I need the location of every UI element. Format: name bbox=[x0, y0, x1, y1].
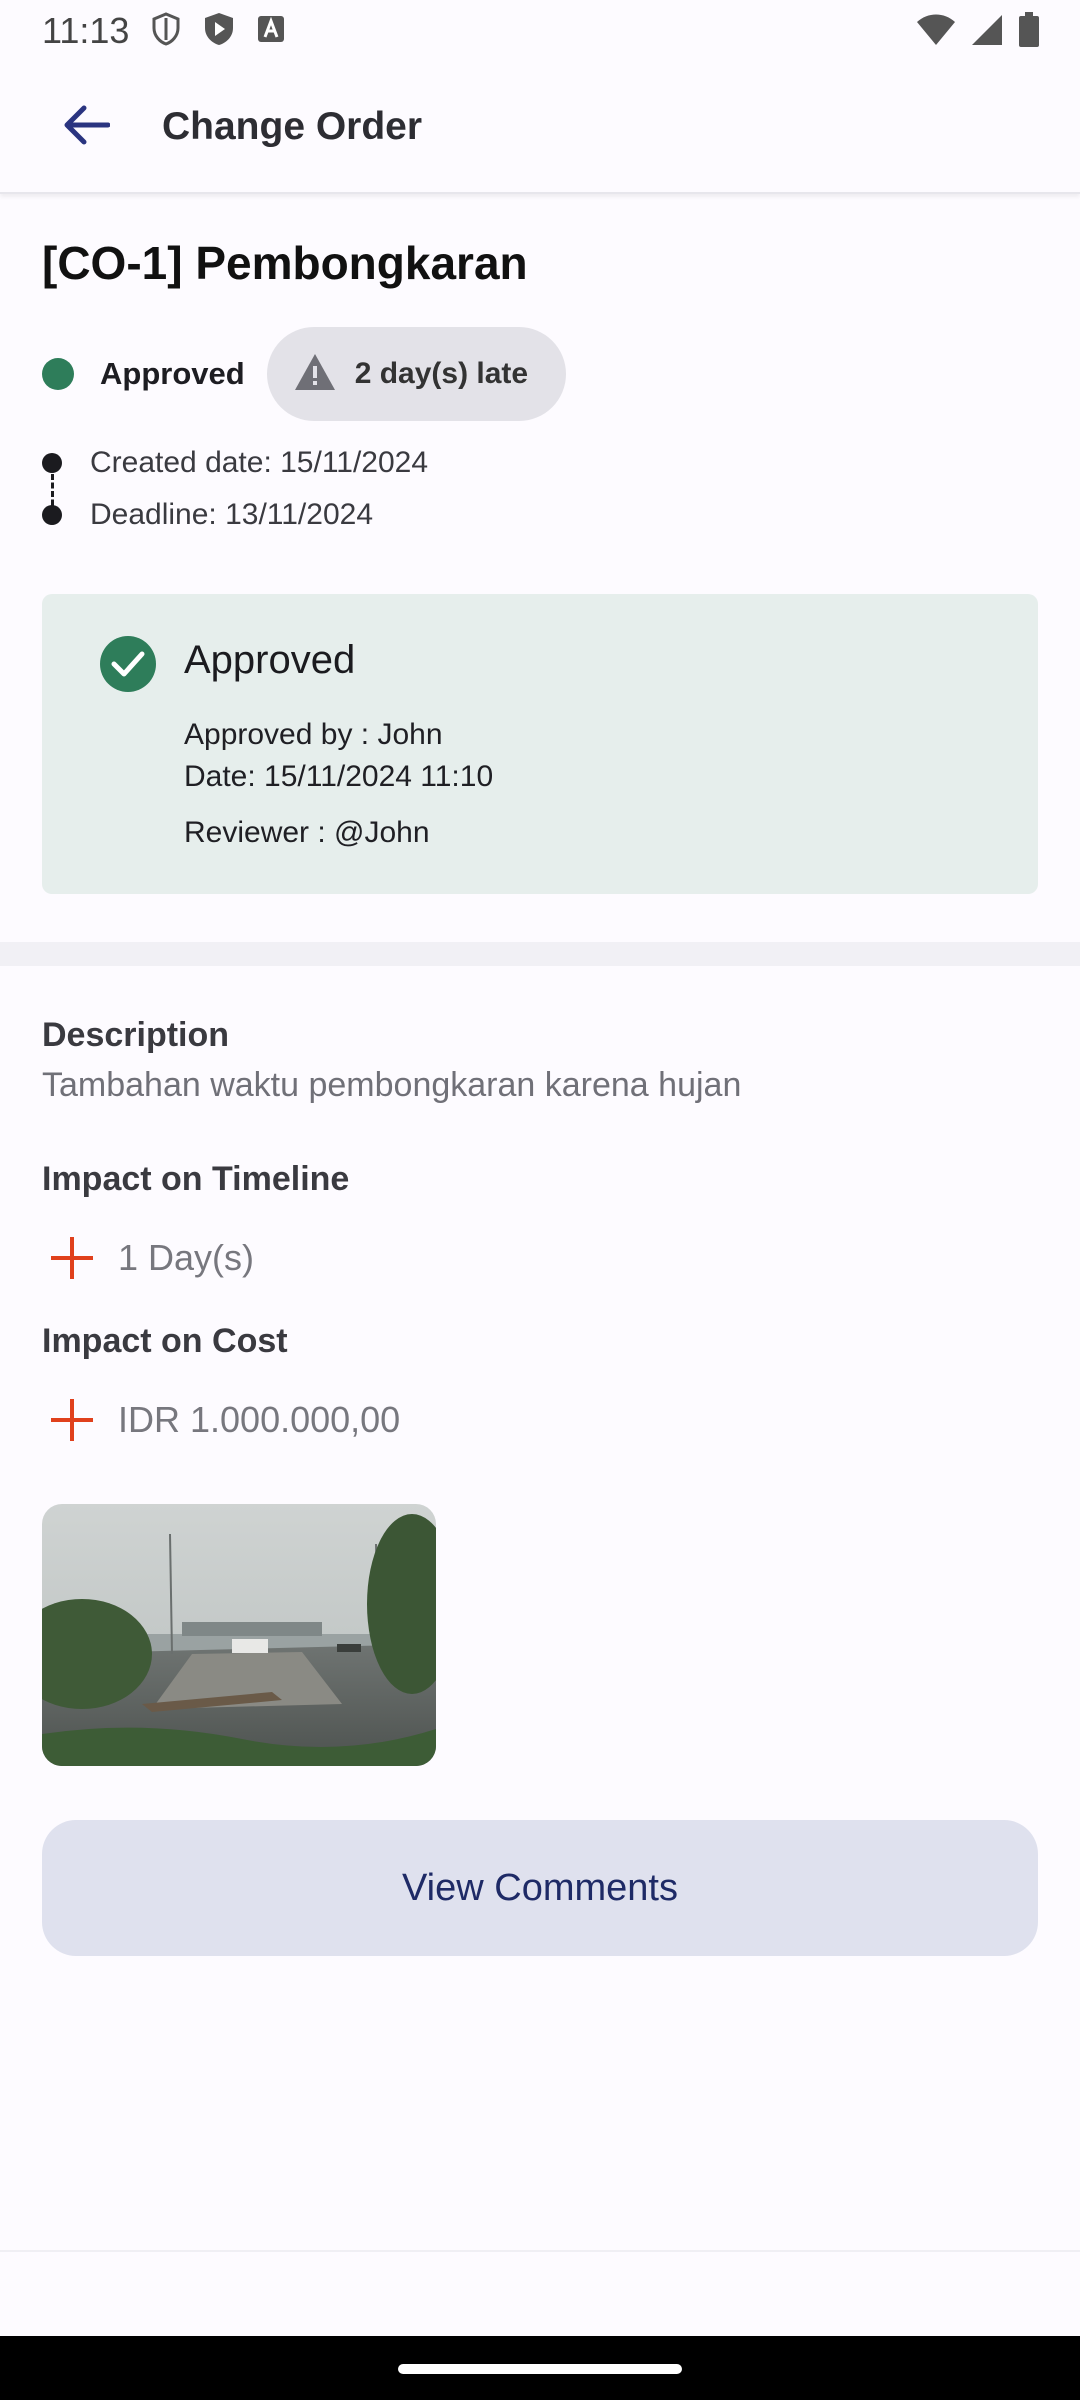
timeline-impact-label: Impact on Timeline bbox=[42, 1160, 350, 1198]
check-circle-icon bbox=[100, 636, 156, 692]
timeline-dot bbox=[42, 505, 62, 525]
warning-icon bbox=[293, 352, 337, 397]
wifi-icon bbox=[916, 13, 956, 52]
description-label: Description bbox=[42, 1016, 230, 1054]
status-time: 11:13 bbox=[42, 10, 130, 51]
created-date-item: Created date: 15/11/2024 bbox=[42, 446, 428, 480]
cost-impact-row: IDR 1.000.000,00 bbox=[42, 1390, 400, 1450]
shield-icon bbox=[151, 11, 181, 51]
order-title: [CO-1] Pembongkaran bbox=[42, 237, 528, 289]
play-protect-icon bbox=[203, 12, 235, 51]
approval-card: Approved Approved by : John Date: 15/11/… bbox=[42, 594, 1038, 894]
status-label: Approved bbox=[100, 356, 245, 391]
timeline-impact-value: 1 Day(s) bbox=[118, 1237, 255, 1278]
arrow-back-icon bbox=[62, 105, 111, 150]
reviewer: Reviewer : @John bbox=[184, 816, 430, 849]
late-label: 2 day(s) late bbox=[354, 357, 529, 390]
battery-icon bbox=[1018, 12, 1040, 53]
timeline-dot bbox=[42, 453, 62, 473]
deadline-date: Deadline: 13/11/2024 bbox=[90, 498, 374, 531]
status-bar: 11:13 bbox=[0, 0, 1080, 62]
date-timeline: Created date: 15/11/2024 Deadline: 13/11… bbox=[42, 446, 742, 556]
cost-impact-label: Impact on Cost bbox=[42, 1322, 288, 1360]
attachment-photo[interactable] bbox=[42, 1504, 436, 1766]
plus-icon bbox=[42, 1228, 102, 1288]
app-bar: Change Order bbox=[0, 62, 1080, 194]
timeline-impact-row: 1 Day(s) bbox=[42, 1228, 254, 1288]
description-value: Tambahan waktu pembongkaran karena hujan bbox=[42, 1066, 742, 1104]
page-title: Change Order bbox=[162, 105, 423, 148]
view-comments-button[interactable]: View Comments bbox=[42, 1820, 1038, 1956]
created-date: Created date: 15/11/2024 bbox=[90, 446, 429, 479]
back-button[interactable] bbox=[38, 79, 134, 175]
plus-icon bbox=[42, 1390, 102, 1450]
bottom-divider bbox=[0, 2250, 1080, 2252]
status-row: Approved 2 day(s) late bbox=[42, 326, 567, 422]
section-divider bbox=[0, 942, 1080, 966]
status-dot bbox=[42, 358, 74, 390]
cost-impact-value: IDR 1.000.000,00 bbox=[118, 1399, 401, 1440]
deadline-item: Deadline: 13/11/2024 bbox=[42, 498, 373, 532]
font-icon bbox=[257, 15, 285, 48]
approval-date: Date: 15/11/2024 11:10 bbox=[184, 760, 494, 793]
late-chip: 2 day(s) late bbox=[266, 327, 567, 421]
signal-icon bbox=[970, 13, 1004, 52]
approval-title: Approved bbox=[184, 638, 356, 682]
approved-by: Approved by : John bbox=[184, 718, 443, 751]
home-gesture-handle[interactable] bbox=[398, 2364, 682, 2374]
